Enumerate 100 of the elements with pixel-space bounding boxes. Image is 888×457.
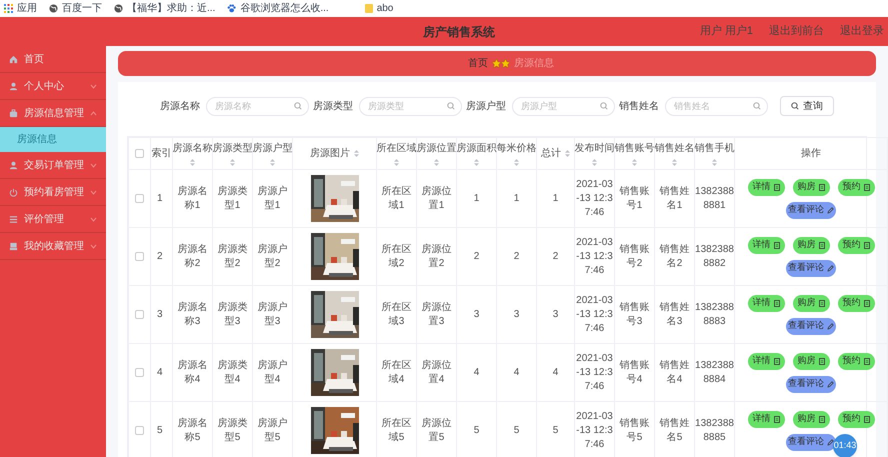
action-button[interactable]: 预约 — [838, 352, 874, 370]
table-cell: 13823888882 — [695, 244, 734, 268]
sort-icon[interactable] — [672, 159, 677, 166]
search-field[interactable]: 房源户型 — [512, 96, 615, 116]
table-cell: 2 — [474, 250, 480, 262]
globe-icon[interactable] — [114, 4, 123, 13]
table-cell: 2 — [552, 250, 558, 262]
table-cell: 房源位置3 — [422, 302, 452, 326]
table-cell: 5 — [474, 424, 480, 436]
row-checkbox[interactable] — [135, 368, 144, 377]
action-button[interactable]: 详情 — [748, 352, 784, 370]
stars-icon — [492, 59, 510, 68]
table-cell: 房源名称2 — [178, 244, 208, 268]
bookmark-link[interactable]: 【福华】求助：近... — [127, 1, 216, 16]
sort-icon[interactable] — [632, 159, 637, 166]
table-cell: 房源位置4 — [422, 360, 452, 384]
table-cell: 房源名称1 — [178, 186, 208, 210]
sort-icon[interactable] — [434, 159, 439, 166]
table-cell: 所在区域1 — [382, 186, 412, 210]
sort-icon[interactable] — [474, 159, 479, 166]
search-field[interactable]: 销售姓名 — [665, 96, 768, 116]
table-cell: 销售姓名1 — [660, 186, 690, 210]
bookmark-link[interactable]: 应用 — [17, 1, 37, 16]
row-checkbox[interactable] — [135, 194, 144, 203]
sort-icon[interactable] — [354, 150, 359, 157]
sort-icon[interactable] — [230, 159, 235, 166]
action-button[interactable]: 预约 — [838, 294, 874, 312]
table-cell: 4 — [157, 366, 163, 378]
table-cell: 房源户型5 — [258, 418, 288, 442]
action-button[interactable]: 购房 — [792, 410, 830, 428]
field-label: 房源类型 — [313, 100, 353, 114]
action-button[interactable]: 预约 — [838, 178, 874, 196]
row-checkbox[interactable] — [135, 426, 144, 435]
row-checkbox[interactable] — [135, 310, 144, 319]
action-button[interactable]: 详情 — [748, 178, 784, 196]
sort-icon[interactable] — [270, 159, 275, 166]
table-cell: 销售账号3 — [620, 302, 650, 326]
select-all-checkbox[interactable] — [135, 149, 144, 158]
table-cell: 3 — [157, 308, 163, 320]
action-button[interactable]: 查看评论 — [786, 202, 836, 218]
table-cell: 房源位置2 — [422, 244, 452, 268]
action-button[interactable]: 查看评论 — [786, 318, 836, 334]
sort-icon[interactable] — [592, 159, 597, 166]
action-button[interactable]: 查看评论 — [786, 260, 836, 276]
sort-icon[interactable] — [712, 159, 717, 166]
action-button[interactable]: 预约 — [838, 410, 874, 428]
table-cell: 13823888881 — [695, 186, 734, 210]
action-button[interactable]: 购房 — [792, 352, 830, 370]
table-cell: 2 — [514, 250, 520, 262]
user-icon — [9, 82, 18, 90]
action-button[interactable]: 购房 — [792, 236, 830, 254]
bookmark-link[interactable]: abo — [376, 1, 394, 16]
search-icon — [791, 102, 799, 110]
sort-icon[interactable] — [514, 159, 519, 166]
search-button[interactable]: 查询 — [780, 96, 834, 116]
bookmark-link[interactable]: 谷歌浏览器怎么收... — [240, 1, 329, 16]
table-cell: 房源名称4 — [178, 360, 208, 384]
action-button[interactable]: 详情 — [748, 410, 784, 428]
document-icon — [818, 358, 824, 364]
document-icon — [864, 358, 870, 364]
column-header: 索引 — [152, 146, 172, 161]
folder-icon[interactable] — [364, 4, 373, 13]
search-field[interactable]: 房源类型 — [359, 96, 462, 116]
action-button[interactable]: 详情 — [748, 294, 784, 312]
sort-icon[interactable] — [394, 159, 399, 166]
action-button[interactable]: 查看评论 — [786, 376, 836, 392]
column-header: 房源位置 — [416, 142, 456, 156]
table-cell: 房源户型4 — [258, 360, 288, 384]
sort-icon[interactable] — [565, 150, 570, 157]
action-button[interactable]: 详情 — [748, 236, 784, 254]
document-icon — [818, 416, 824, 422]
apps-grid-icon[interactable] — [4, 4, 13, 13]
globe-icon[interactable] — [49, 4, 58, 13]
table-cell: 房源类型2 — [218, 244, 248, 268]
table-cell: 房源户型2 — [258, 244, 288, 268]
action-button[interactable]: 购房 — [792, 294, 830, 312]
table-cell: 销售姓名5 — [660, 418, 690, 442]
table-cell: 4 — [474, 366, 480, 378]
paw-icon[interactable] — [227, 4, 236, 13]
search-icon — [447, 102, 455, 110]
table-cell: 3 — [474, 308, 480, 320]
document-icon — [774, 358, 780, 364]
table-cell: 房源户型3 — [258, 302, 288, 326]
bookmark-link[interactable]: 百度一下 — [62, 1, 102, 16]
document-icon — [774, 300, 780, 306]
pencil-icon — [827, 380, 834, 388]
document-icon — [818, 300, 824, 306]
pencil-icon — [827, 438, 834, 446]
row-checkbox[interactable] — [135, 252, 144, 261]
table-cell: 4 — [552, 366, 558, 378]
table-cell: 房源类型3 — [218, 302, 248, 326]
search-field[interactable]: 房源名称 — [206, 96, 309, 116]
action-button[interactable]: 购房 — [792, 178, 830, 196]
search-icon — [600, 102, 608, 110]
sort-icon[interactable] — [190, 159, 195, 166]
monitor-icon — [9, 242, 18, 250]
document-icon — [818, 184, 824, 190]
table-cell: 3 — [552, 308, 558, 320]
table-cell: 销售姓名3 — [660, 302, 690, 326]
action-button[interactable]: 预约 — [838, 236, 874, 254]
